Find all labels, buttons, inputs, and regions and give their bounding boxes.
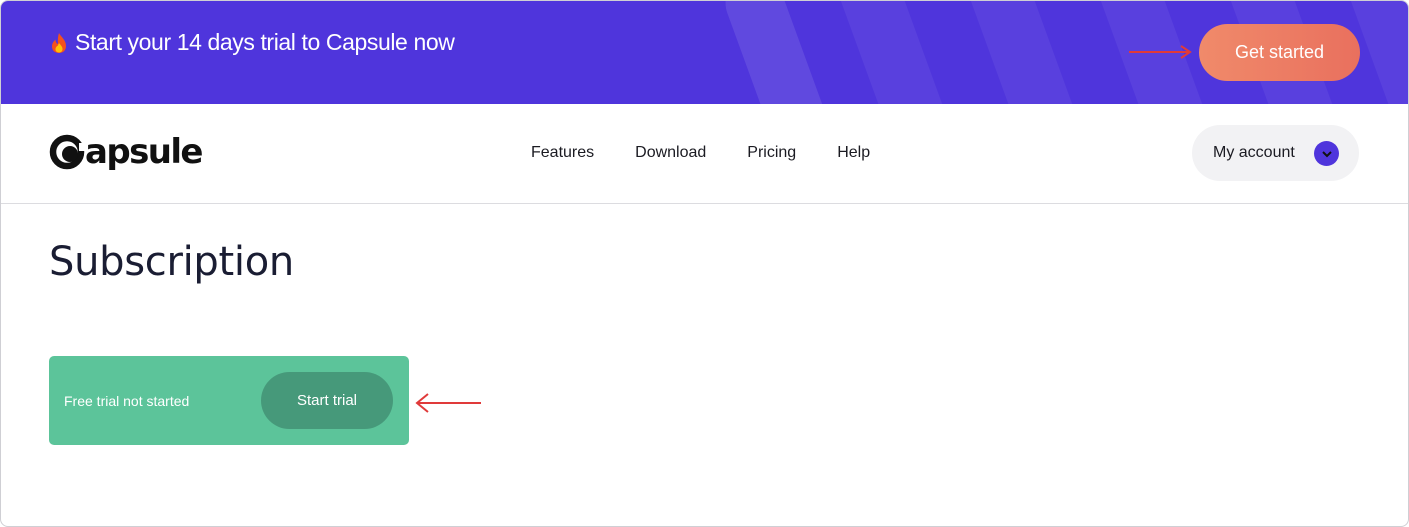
nav-pricing[interactable]: Pricing [747, 144, 796, 162]
banner-message: Start your 14 days trial to Capsule now [49, 29, 455, 56]
annotation-arrow-icon [1129, 45, 1192, 59]
capsule-logo-mark-icon [49, 134, 87, 170]
capsule-logo[interactable]: apsule [49, 132, 203, 172]
app-window: Start your 14 days trial to Capsule now … [0, 0, 1409, 527]
trial-status-text: Free trial not started [64, 393, 190, 409]
fire-icon [52, 32, 66, 53]
nav-download[interactable]: Download [635, 144, 706, 162]
annotation-arrow-icon [415, 393, 481, 413]
start-trial-button[interactable]: Start trial [261, 372, 393, 429]
nav-help[interactable]: Help [837, 144, 870, 162]
site-header: apsule Features Download Pricing Help My… [1, 104, 1408, 204]
promo-banner: Start your 14 days trial to Capsule now … [1, 1, 1408, 104]
get-started-button[interactable]: Get started [1199, 24, 1360, 81]
main-nav: Features Download Pricing Help [531, 144, 870, 162]
my-account-button[interactable]: My account [1192, 125, 1359, 181]
trial-status-card: Free trial not started Start trial [49, 356, 409, 445]
page-title: Subscription [49, 239, 294, 285]
my-account-label: My account [1213, 144, 1295, 161]
logo-text: apsule [85, 132, 203, 172]
banner-text: Start your 14 days trial to Capsule now [75, 29, 455, 55]
chevron-down-icon [1314, 141, 1339, 166]
nav-features[interactable]: Features [531, 144, 594, 162]
